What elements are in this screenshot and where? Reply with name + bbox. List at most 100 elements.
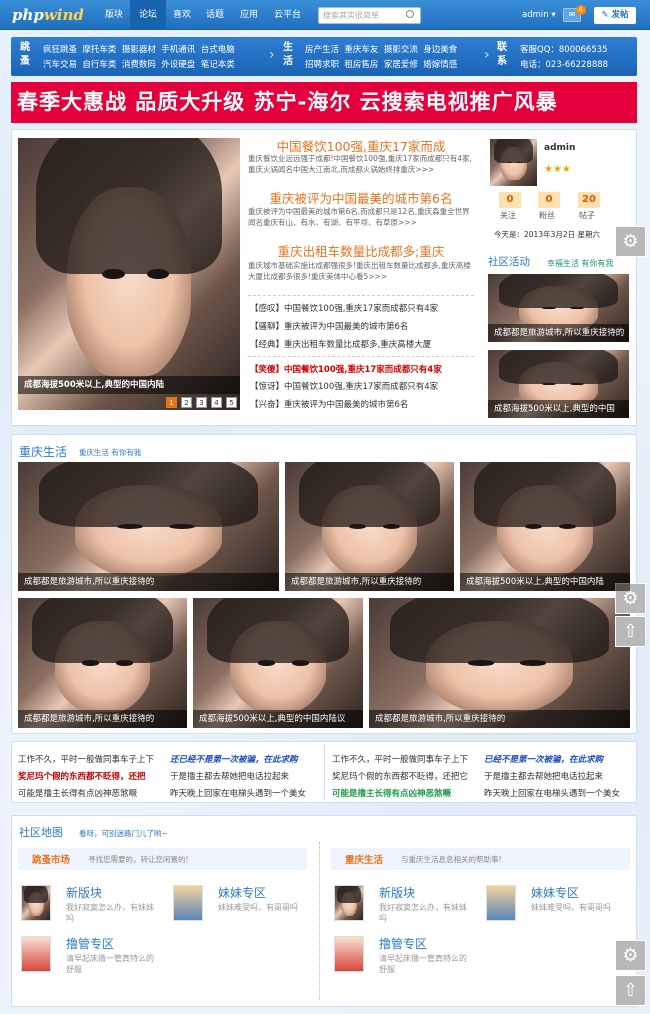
forum-icon[interactable] — [173, 885, 203, 921]
slide-page-1[interactable]: 1 — [166, 397, 177, 408]
nav-item-apps[interactable]: 应用 — [240, 0, 258, 30]
slide-page-4[interactable]: 4 — [211, 397, 222, 408]
forum-icon[interactable] — [21, 885, 51, 921]
slide-page-3[interactable]: 3 — [196, 397, 207, 408]
user-menu[interactable]: admin ▾ — [522, 10, 556, 20]
text-link[interactable]: 奖尼玛个假的东西都不眨得，还把 — [18, 770, 146, 782]
category-link[interactable]: 摄影交流 — [384, 45, 418, 55]
forum-desc: 清早起床撸一管真特么的舒服 — [66, 954, 154, 974]
news-link[interactable]: 【感叹】中国餐饮100强,重庆17家而成都只有4家 — [250, 302, 438, 314]
stat-fans-count[interactable]: 0 — [538, 192, 560, 208]
category-link[interactable]: 汽车交易 — [43, 60, 77, 70]
forum-icon[interactable] — [486, 885, 516, 921]
category-link[interactable]: 摩托车类 — [82, 45, 116, 55]
text-link[interactable]: 于是撸主都去帮她把电话拉起来 — [484, 770, 603, 782]
search-icon[interactable] — [406, 10, 414, 18]
nav-item-board[interactable]: 版块 — [105, 0, 123, 30]
text-link[interactable]: 奖尼玛个假的东西都不眨得，还把它 — [332, 770, 468, 782]
nav-item-cloud[interactable]: 云平台 — [274, 0, 301, 30]
category-row-3: 房产生活 重庆车友 摄影交流 身边美食 — [305, 43, 457, 55]
photo-caption: 成都都是旅游城市,所以重庆接待的 — [18, 573, 279, 591]
news-link[interactable]: 【笑傻】中国餐饮100强,重庆17家而成都只有4家 — [250, 363, 442, 375]
text-link[interactable]: 于是撸主都去帮她把电话拉起来 — [170, 770, 289, 782]
arrow-up-icon[interactable]: ⇧ — [615, 975, 646, 1006]
category-link[interactable]: 外设硬盘 — [161, 60, 195, 70]
slide-page-5[interactable]: 5 — [226, 397, 237, 408]
photo-caption: 成都海拔500米以上,典型的中国 — [488, 400, 629, 418]
category-link[interactable]: 招聘求职 — [305, 60, 339, 70]
category-link[interactable]: 家居爱修 — [384, 60, 418, 70]
category-link[interactable]: 身边美食 — [423, 45, 457, 55]
map-group-title[interactable]: 重庆生活 — [345, 852, 383, 866]
forum-name[interactable]: 妹妹专区 — [218, 884, 266, 901]
photo-card[interactable]: 成都都是旅游城市,所以重庆接待的 — [285, 462, 454, 591]
news-link[interactable]: 【经典】重庆出租车数量比成都多,重庆高楼大厦 — [250, 338, 431, 350]
category-bar: 跳蚤 疯狂跳蚤 摩托车类 摄影器材 手机通讯 台式电脑 汽车交易 自行车类 消费… — [11, 37, 637, 76]
text-link[interactable]: 工作不久，平时一般做同事车子上下 — [332, 753, 468, 765]
forum-name[interactable]: 新版块 — [66, 884, 102, 901]
forum-name[interactable]: 撸管专区 — [379, 935, 427, 952]
nav-item-forum[interactable]: 论坛 — [130, 0, 167, 30]
post-button[interactable]: ✎ 发帖 — [594, 7, 636, 24]
category-link[interactable]: 手机通讯 — [161, 45, 195, 55]
category-row-4: 招聘求职 租房售房 家居爱修 婚嫁情感 — [305, 58, 457, 70]
gear-icon[interactable]: ⚙ — [615, 226, 646, 257]
forum-name[interactable]: 新版块 — [379, 884, 415, 901]
headline-title[interactable]: 重庆被评为中国最美的城市第6名 — [248, 188, 474, 207]
slide-page-2[interactable]: 2 — [181, 397, 192, 408]
category-link[interactable]: 房产生活 — [305, 45, 339, 55]
map-group-title[interactable]: 跳蚤市场 — [32, 852, 70, 866]
text-link[interactable]: 还已经不是第一次被骗，在此求购 — [170, 753, 298, 765]
section-subtitle: 重庆生活 有你有我 — [79, 448, 142, 457]
stat-follow-label: 关注 — [500, 211, 516, 220]
category-link[interactable]: 重庆车友 — [344, 45, 378, 55]
category-link[interactable]: 摄影器材 — [122, 45, 156, 55]
text-link[interactable]: 昨天晚上回家在电梯头遇到一个美女 — [484, 787, 620, 799]
forum-name[interactable]: 撸管专区 — [66, 935, 114, 952]
category-link[interactable]: 疯狂跳蚤 — [43, 45, 77, 55]
photo-card[interactable]: 成都海拔500米以上,典型的中国内陆 — [460, 462, 630, 591]
stat-follow-count[interactable]: 0 — [499, 192, 521, 208]
search-input[interactable]: 搜索其实很简单 — [318, 7, 421, 24]
photo-card[interactable]: 成都都是旅游城市,所以重庆接待的 — [18, 462, 279, 591]
category-link[interactable]: 笔记本类 — [201, 60, 235, 70]
category-link[interactable]: 消费数码 — [122, 60, 156, 70]
photo-card[interactable]: 成都海拔500米以上,典型的中国内陆议 — [193, 598, 363, 728]
news-link[interactable]: 【惊讶】中国餐饮100强,重庆17家而成都只有4家 — [250, 380, 438, 392]
forum-icon[interactable] — [21, 936, 51, 972]
community-photo[interactable]: 成都海拔500米以上,典型的中国 — [488, 350, 629, 418]
avatar[interactable] — [490, 139, 537, 186]
news-link[interactable]: 【兴奋】重庆被评为中国最美的城市第6名 — [250, 398, 408, 410]
nav-item-like[interactable]: 喜欢 — [173, 0, 191, 30]
category-link[interactable]: 台式电脑 — [201, 45, 235, 55]
stat-posts-count[interactable]: 20 — [578, 192, 600, 208]
category-group-flea: 跳蚤 — [20, 42, 30, 67]
category-row-1: 疯狂跳蚤 摩托车类 摄影器材 手机通讯 台式电脑 — [43, 43, 235, 55]
photo-card[interactable]: 成都都是旅游城市,所以重庆接待的 — [369, 598, 630, 728]
news-link[interactable]: 【骚聊】重庆被评为中国最美的城市第6名 — [250, 320, 408, 332]
current-date: 今天是：2013年3月2日 星期六 — [494, 230, 601, 239]
text-link[interactable]: 昨天晚上回家在电梯头遇到一个美女 — [170, 787, 306, 799]
arrow-up-icon[interactable]: ⇧ — [615, 616, 646, 647]
nav-item-topic[interactable]: 话题 — [206, 0, 224, 30]
text-link[interactable]: 工作不久，平时一般做同事车子上下 — [18, 753, 154, 765]
category-link[interactable]: 自行车类 — [82, 60, 116, 70]
forum-name[interactable]: 妹妹专区 — [531, 884, 579, 901]
forum-icon[interactable] — [334, 936, 364, 972]
photo-card[interactable]: 成都都是旅游城市,所以重庆接待的 — [18, 598, 187, 728]
text-link[interactable]: 已经不是第一次被骗，在此求购 — [484, 753, 603, 765]
promo-banner[interactable]: 春季大惠战 品质大升级 苏宁-海尔 云搜索电视推广风暴 — [11, 82, 637, 123]
gear-icon[interactable]: ⚙ — [615, 940, 646, 971]
chevron-right-icon: › — [269, 47, 275, 63]
category-link[interactable]: 租房售房 — [344, 60, 378, 70]
category-link[interactable]: 婚嫁情感 — [423, 60, 457, 70]
headline-title[interactable]: 重庆出租车数量比成都多;重庆 — [248, 241, 474, 260]
slideshow[interactable]: 成都海拔500米以上,典型的中国内陆 1 2 3 4 5 — [18, 138, 240, 410]
forum-icon[interactable] — [334, 885, 364, 921]
text-link[interactable]: 可能是撸主长得有点凶神恶煞噘 — [18, 787, 137, 799]
text-link[interactable]: 可能是撸主长得有点凶神恶煞噘 — [332, 787, 451, 799]
community-photo[interactable]: 成都都是旅游城市,所以重庆接待的 — [488, 274, 629, 342]
site-logo[interactable]: phpwind — [12, 6, 84, 24]
message-button[interactable]: ✉ 4 — [563, 5, 586, 22]
user-name[interactable]: admin — [544, 143, 575, 153]
